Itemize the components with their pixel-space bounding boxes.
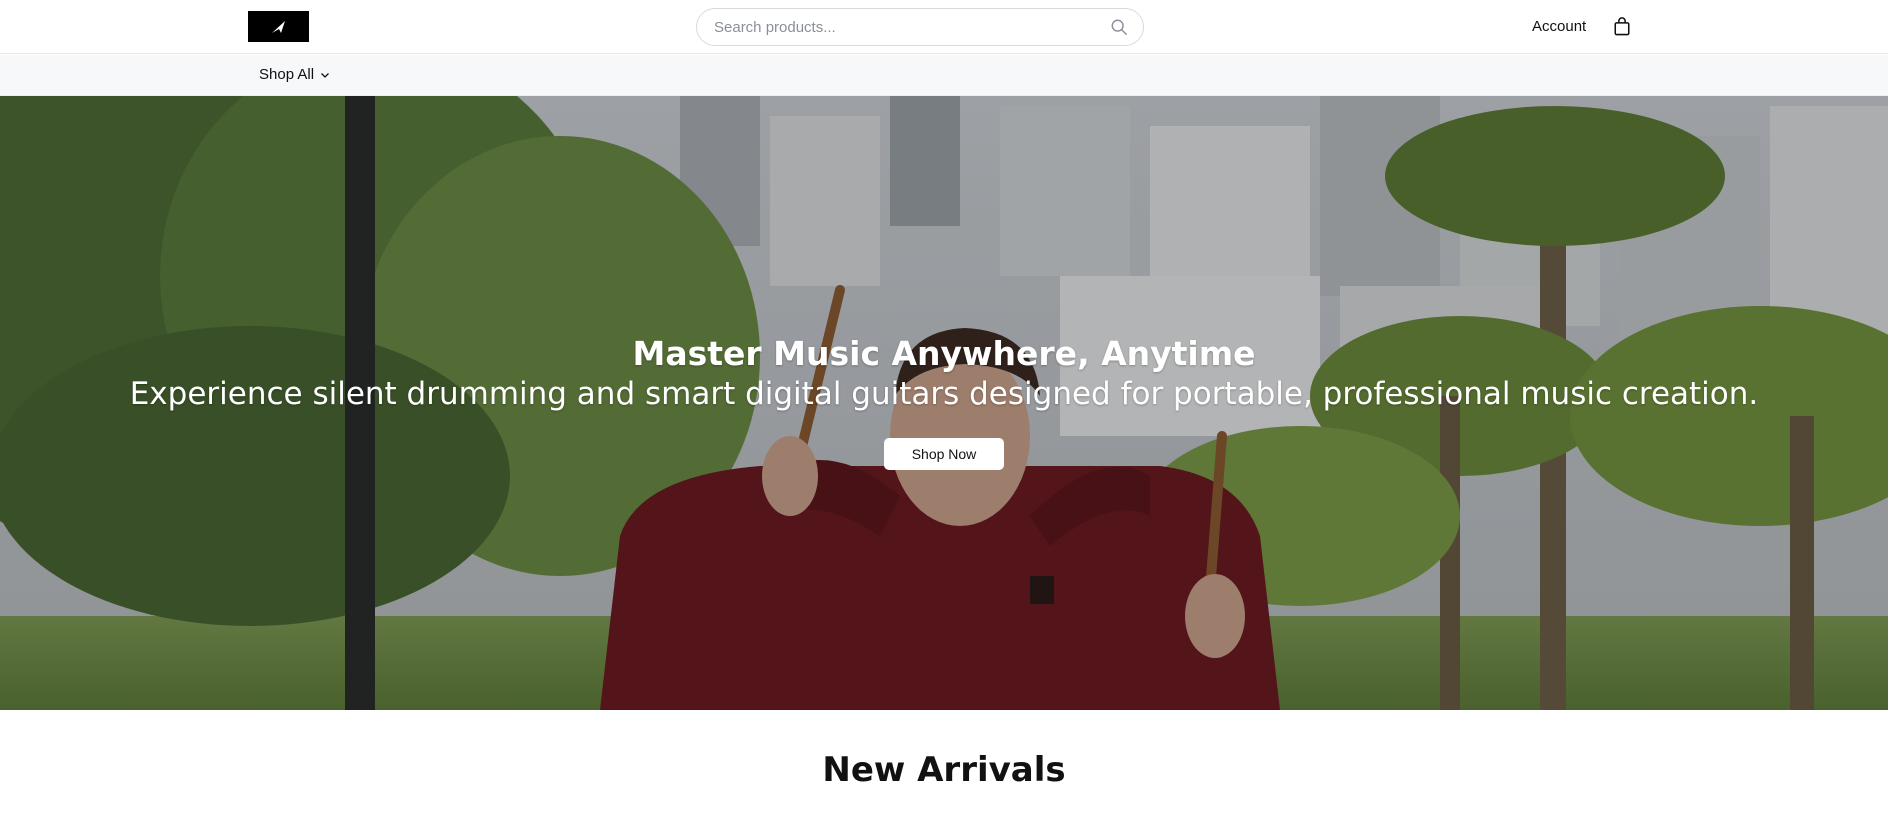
hero-banner: Master Music Anywhere, Anytime Experienc…: [0, 96, 1888, 710]
site-header: Account: [0, 0, 1888, 54]
shop-all-menu[interactable]: Shop All: [259, 66, 330, 84]
shop-now-button[interactable]: Shop Now: [884, 438, 1004, 470]
hero-subtitle: Experience silent drumming and smart dig…: [129, 376, 1759, 412]
shopping-bag-icon[interactable]: [1612, 15, 1632, 37]
hero-title: Master Music Anywhere, Anytime: [632, 334, 1256, 373]
category-nav: Shop All: [0, 55, 1888, 96]
shop-all-label: Shop All: [259, 66, 315, 83]
store-logo[interactable]: [248, 11, 309, 42]
search-bar: [696, 8, 1144, 46]
chevron-down-icon: [321, 73, 330, 78]
new-arrivals-heading: New Arrivals: [822, 750, 1066, 790]
account-link[interactable]: Account: [1532, 18, 1586, 36]
search-icon[interactable]: [1109, 17, 1129, 37]
search-input[interactable]: [714, 18, 1109, 36]
logo-mark-icon: [271, 20, 285, 33]
